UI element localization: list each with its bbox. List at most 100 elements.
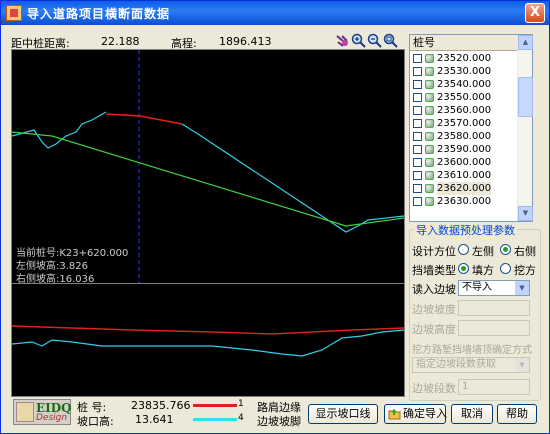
cut-radio[interactable]: [500, 263, 511, 274]
station-label: 23610.000: [437, 170, 492, 181]
station-icon: [425, 54, 434, 63]
station-icon: [425, 67, 434, 76]
station-list-item[interactable]: 23590.000: [410, 143, 518, 156]
station-checkbox[interactable]: [413, 197, 422, 206]
slope-ratio-label: 边坡坡度: [412, 303, 456, 316]
station-list-item[interactable]: 23560.000: [410, 104, 518, 117]
chevron-down-icon[interactable]: ▼: [515, 281, 529, 295]
station-list-scrollbar[interactable]: ▲ ▼: [517, 35, 533, 221]
station-label: 23530.000: [437, 66, 492, 77]
station-list-item[interactable]: 23580.000: [410, 130, 518, 143]
distance-value: 22.188: [101, 35, 140, 48]
station-list-item[interactable]: 23520.000: [410, 52, 518, 65]
station-label: 23570.000: [437, 118, 492, 129]
station-list[interactable]: 桩号 23520.000 23530.000 23540.000 23550.000 2…: [409, 34, 533, 222]
station-list-item[interactable]: 23630.000: [410, 195, 518, 208]
logo-icon: [16, 402, 34, 422]
pan-icon[interactable]: [335, 33, 350, 48]
station-list-item[interactable]: 23600.000: [410, 156, 518, 169]
cross-section-plot[interactable]: 当前桩号:K23+620.000 左侧坡高:3.826 右侧坡高:16.036: [11, 49, 405, 285]
zoom-extents-icon[interactable]: [383, 33, 398, 48]
station-checkbox[interactable]: [413, 158, 422, 167]
slope-height-label: 边坡高度: [412, 323, 456, 336]
station-icon: [425, 158, 434, 167]
method-value: 指定边坡段数获取: [416, 359, 496, 370]
station-checkbox[interactable]: [413, 132, 422, 141]
shoulder-edge-line: [12, 325, 404, 335]
right-side-radio[interactable]: [500, 244, 511, 255]
station-list-item[interactable]: 23540.000: [410, 78, 518, 91]
read-slope-select[interactable]: 不导入 ▼: [458, 280, 530, 296]
left-side-radio[interactable]: [458, 244, 469, 255]
eidq-logo: EIDQ Design: [13, 399, 72, 425]
profile-canvas: [12, 325, 404, 357]
confirm-import-button[interactable]: 确定导入: [384, 404, 447, 424]
station-label: 23540.000: [437, 79, 492, 90]
station-icon: [425, 197, 434, 206]
station-checkbox[interactable]: [413, 93, 422, 102]
terrain-right: [181, 123, 404, 233]
zoom-out-icon[interactable]: [367, 33, 382, 48]
station-list-item[interactable]: 23620.000: [410, 182, 518, 195]
fill-radio[interactable]: [458, 263, 469, 274]
station-icon: [425, 184, 434, 193]
slope-height-input[interactable]: [458, 320, 530, 336]
station-icon: [425, 119, 434, 128]
station-icon: [425, 93, 434, 102]
station-list-item[interactable]: 23550.000: [410, 91, 518, 104]
app-icon: [6, 5, 22, 21]
legend-1-number: 1: [238, 399, 244, 409]
station-list-item[interactable]: 23570.000: [410, 117, 518, 130]
station-icon: [425, 132, 434, 141]
left-side-label: 左侧: [472, 245, 494, 258]
preprocess-group: 导入数据预处理参数 设计方位 左侧 右侧 挡墙类型 填方 挖方 读入边坡 不导入…: [409, 222, 541, 401]
chevron-down-icon[interactable]: ▼: [515, 358, 529, 372]
zoom-in-icon[interactable]: [351, 33, 366, 48]
station-value: 23835.766: [131, 399, 191, 412]
station-label: 23630.000: [437, 196, 492, 207]
confirm-import-label: 确定导入: [403, 407, 447, 420]
slope-ratio-input[interactable]: [458, 300, 530, 316]
station-list-item[interactable]: 23610.000: [410, 169, 518, 182]
terrain-left: [12, 111, 107, 149]
station-checkbox[interactable]: [413, 184, 422, 193]
show-slope-line-button[interactable]: 显示坡口线: [308, 404, 378, 424]
station-label: 23590.000: [437, 144, 492, 155]
station-icon: [425, 145, 434, 154]
station-checkbox[interactable]: [413, 119, 422, 128]
station-checkbox[interactable]: [413, 80, 422, 89]
profile-plot[interactable]: [11, 283, 405, 397]
legend-red-swatch: [193, 404, 237, 407]
station-checkbox[interactable]: [413, 171, 422, 180]
segments-input[interactable]: 1: [458, 379, 530, 395]
slope-toe-line: [12, 329, 404, 357]
station-list-item[interactable]: 23530.000: [410, 65, 518, 78]
station-icon: [425, 106, 434, 115]
cancel-button[interactable]: 取消: [451, 404, 493, 424]
station-label: 23600.000: [437, 157, 492, 168]
station-label: 23520.000: [437, 53, 492, 64]
scroll-thumb[interactable]: [518, 77, 533, 117]
station-label: 23550.000: [437, 92, 492, 103]
road-surface: [105, 113, 183, 125]
logo-subtext: Design: [36, 413, 68, 423]
station-checkbox[interactable]: [413, 67, 422, 76]
station-checkbox[interactable]: [413, 145, 422, 154]
window-title: 导入道路项目横断面数据: [27, 7, 171, 21]
close-button[interactable]: X: [525, 3, 545, 23]
station-label: 23560.000: [437, 105, 492, 116]
method-select[interactable]: 指定边坡段数获取 ▼: [412, 357, 530, 373]
bottom-bar: EIDQ Design 桩 号: 23835.766 坡口高: 13.641 1…: [1, 397, 549, 433]
wall-type-label: 挡墙类型: [412, 264, 456, 277]
station-list-header: 桩号: [410, 35, 518, 51]
slope-top-value: 13.641: [135, 413, 174, 426]
station-label: 23580.000: [437, 131, 492, 142]
scroll-down-icon[interactable]: ▼: [518, 206, 533, 221]
station-checkbox[interactable]: [413, 54, 422, 63]
cut-label: 挖方: [514, 264, 536, 277]
help-button[interactable]: 帮助: [497, 404, 537, 424]
scroll-up-icon[interactable]: ▲: [518, 35, 533, 50]
legend-cyan-swatch: [193, 418, 237, 421]
station-checkbox[interactable]: [413, 106, 422, 115]
fill-label: 填方: [472, 264, 494, 277]
